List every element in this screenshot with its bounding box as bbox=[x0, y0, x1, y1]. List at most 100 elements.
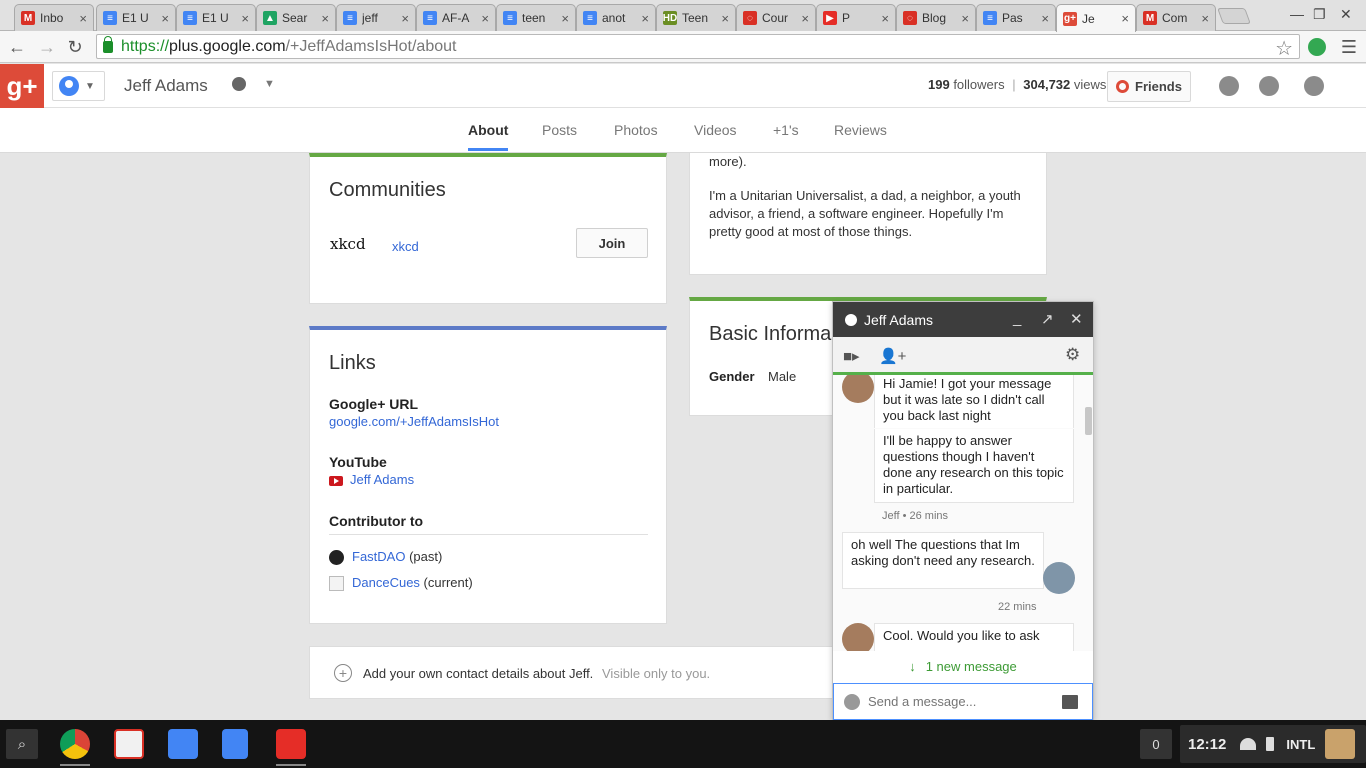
forward-button[interactable]: → bbox=[36, 36, 58, 58]
browser-tab[interactable]: ≡ jeff × bbox=[336, 4, 416, 31]
running-indicator bbox=[60, 764, 90, 766]
new-message-indicator[interactable]: ↓ 1 new message bbox=[833, 651, 1093, 681]
gplus-url-link[interactable]: google.com/+JeffAdamsIsHot bbox=[329, 414, 499, 429]
tab-close-icon[interactable]: × bbox=[1201, 11, 1209, 26]
browser-tab-strip: M Inbo × ≡ E1 U × ≡ E1 U × ▲ Sear × ≡ jeff × ≡ AF-A × ≡ tee… bbox=[0, 0, 1366, 32]
browser-tab[interactable]: M Inbo × bbox=[14, 4, 94, 31]
youtube-label: YouTube bbox=[329, 454, 387, 470]
hangouts-icon[interactable] bbox=[1304, 76, 1324, 96]
image-upload-icon[interactable] bbox=[1062, 694, 1078, 709]
chrome-menu-button[interactable]: ☰ bbox=[1338, 36, 1360, 58]
reload-button[interactable]: ↻ bbox=[64, 36, 86, 58]
tab-close-icon[interactable]: × bbox=[79, 11, 87, 26]
browser-tab[interactable]: ≡ AF-A × bbox=[416, 4, 496, 31]
tab-close-icon[interactable]: × bbox=[961, 11, 969, 26]
chat-messages[interactable]: Hi Jamie! I got your message but it was … bbox=[833, 375, 1093, 651]
webpage-icon bbox=[329, 576, 344, 592]
wifi-icon bbox=[1240, 738, 1257, 750]
tab-close-icon[interactable]: × bbox=[401, 11, 409, 26]
friends-label: Friends bbox=[1135, 79, 1182, 94]
status-tray[interactable]: 12:12 INTL bbox=[1180, 725, 1366, 763]
friends-button[interactable]: Friends bbox=[1107, 71, 1191, 102]
gplus-logo[interactable]: g+ bbox=[0, 64, 44, 108]
tab-close-icon[interactable]: × bbox=[801, 11, 809, 26]
browser-tab[interactable]: ≡ anot × bbox=[576, 4, 656, 31]
close-icon[interactable]: ✕ bbox=[1070, 310, 1083, 328]
tab-posts[interactable]: Posts bbox=[542, 122, 577, 138]
arrow-left-icon: ← bbox=[8, 36, 26, 57]
hangout-bubble-icon[interactable] bbox=[232, 77, 246, 91]
window-close-icon[interactable]: ✕ bbox=[1340, 6, 1352, 23]
tab-close-icon[interactable]: × bbox=[161, 11, 169, 26]
tab-close-icon[interactable]: × bbox=[721, 11, 729, 26]
tab-photos[interactable]: Photos bbox=[614, 122, 658, 138]
fastdao-link[interactable]: FastDAO bbox=[352, 549, 405, 564]
circle-icon bbox=[1116, 80, 1130, 93]
window-minimize-icon[interactable]: — bbox=[1290, 6, 1304, 22]
hangouts-extension-button[interactable] bbox=[1306, 36, 1328, 58]
new-tab-button[interactable] bbox=[1217, 8, 1251, 24]
browser-tab[interactable]: g+ Je × bbox=[1056, 4, 1136, 32]
video-call-icon[interactable]: ■▸ bbox=[843, 347, 860, 365]
community-link-xkcd[interactable]: xkcd bbox=[392, 239, 419, 254]
tab-close-icon[interactable]: × bbox=[241, 11, 249, 26]
browser-tab[interactable]: ≡ teen × bbox=[496, 4, 576, 31]
tab-favicon-icon: ◌ bbox=[903, 11, 917, 25]
emoji-icon[interactable] bbox=[844, 693, 860, 710]
youtube-link[interactable]: Jeff Adams bbox=[350, 472, 414, 487]
bookmark-star-icon[interactable]: ☆ bbox=[1275, 36, 1293, 61]
tab-reviews[interactable]: Reviews bbox=[834, 122, 887, 138]
share-people-icon[interactable] bbox=[1259, 76, 1279, 96]
chat-message-input[interactable] bbox=[868, 694, 1062, 709]
browser-tab[interactable]: HD Teen × bbox=[656, 4, 736, 31]
chat-scrollbar[interactable] bbox=[1085, 407, 1092, 435]
tab-close-icon[interactable]: × bbox=[881, 11, 889, 26]
message-jeff-1a: Hi Jamie! I got your message but it was … bbox=[874, 375, 1074, 428]
youtube-app-icon[interactable] bbox=[276, 729, 306, 759]
tab-close-icon[interactable]: × bbox=[481, 11, 489, 26]
browser-tab[interactable]: ◌ Blog × bbox=[896, 4, 976, 31]
minimize-icon[interactable]: _ bbox=[1013, 310, 1021, 327]
tab-close-icon[interactable]: × bbox=[641, 11, 649, 26]
google-docs-app-icon[interactable] bbox=[222, 729, 248, 759]
browser-tab[interactable]: ≡ Pas × bbox=[976, 4, 1056, 31]
notification-center-button[interactable]: 0 bbox=[1140, 729, 1172, 759]
tab-about[interactable]: About bbox=[468, 122, 509, 151]
url-scheme: https:// bbox=[121, 37, 170, 55]
tab-close-icon[interactable]: × bbox=[1121, 11, 1129, 26]
tab-favicon-icon: HD bbox=[662, 11, 678, 25]
add-contact-text[interactable]: Add your own contact details about Jeff. bbox=[363, 666, 593, 681]
chat-header[interactable]: Jeff Adams _ ↗ ✕ bbox=[833, 302, 1093, 337]
browser-tab[interactable]: ≡ E1 U × bbox=[176, 4, 256, 31]
add-person-icon[interactable]: 👤+ bbox=[879, 347, 906, 365]
popout-icon[interactable]: ↗ bbox=[1041, 310, 1054, 328]
tab-close-icon[interactable]: × bbox=[561, 11, 569, 26]
browser-tab[interactable]: ▲ Sear × bbox=[256, 4, 336, 31]
browser-tab[interactable]: ◌ Cour × bbox=[736, 4, 816, 31]
gear-icon[interactable]: ⚙ bbox=[1065, 345, 1080, 365]
battery-icon bbox=[1266, 737, 1275, 751]
profile-name: Jeff Adams bbox=[124, 76, 208, 95]
join-button[interactable]: Join bbox=[576, 228, 648, 258]
tab-close-icon[interactable]: × bbox=[1041, 11, 1049, 26]
tab-videos[interactable]: Videos bbox=[694, 122, 737, 138]
user-avatar-icon bbox=[59, 76, 79, 96]
account-switcher[interactable]: ▼ bbox=[52, 71, 105, 101]
browser-tab[interactable]: ≡ E1 U × bbox=[96, 4, 176, 31]
chrome-app-icon[interactable] bbox=[60, 729, 90, 759]
browser-tab[interactable]: M Com × bbox=[1136, 4, 1216, 31]
xkcd-logo[interactable]: xkcd bbox=[330, 235, 372, 261]
tab-plusones[interactable]: +1's bbox=[773, 122, 799, 138]
chevron-down-icon[interactable]: ▼ bbox=[264, 78, 275, 90]
add-circle-icon[interactable]: + bbox=[334, 664, 352, 682]
window-restore-icon[interactable]: ❐ bbox=[1313, 6, 1326, 23]
google-search-app-icon[interactable] bbox=[168, 729, 198, 759]
dancecues-link[interactable]: DanceCues bbox=[352, 575, 420, 590]
address-bar[interactable]: https://plus.google.com/+JeffAdamsIsHot/… bbox=[96, 34, 1300, 61]
browser-tab[interactable]: ▶ P × bbox=[816, 4, 896, 31]
back-button[interactable]: ← bbox=[6, 36, 28, 58]
launcher-search-button[interactable]: ⌕ bbox=[6, 729, 38, 759]
gmail-app-icon[interactable] bbox=[114, 729, 144, 759]
notifications-bell-icon[interactable] bbox=[1219, 76, 1239, 96]
tab-close-icon[interactable]: × bbox=[321, 11, 329, 26]
